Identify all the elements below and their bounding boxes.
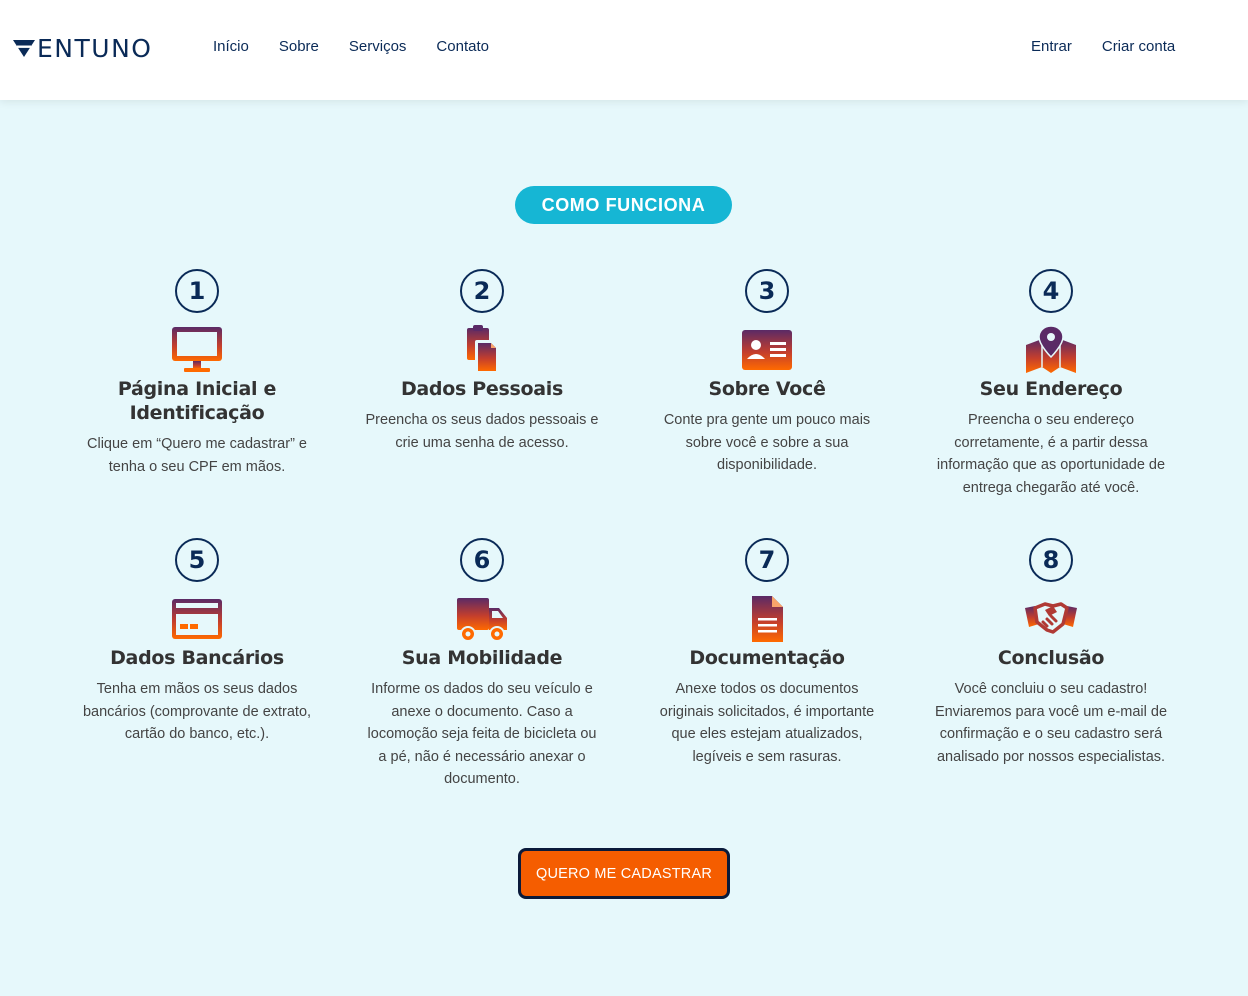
nav-link-servicos[interactable]: Serviços	[349, 38, 407, 55]
step-title: Dados Bancários	[110, 647, 284, 669]
step-4: 4 Seu Endereço Preencha o seu endereço c…	[931, 269, 1171, 499]
nav-link-contato[interactable]: Contato	[436, 38, 489, 55]
step-text: Você concluiu o seu cadastro! Enviaremos…	[934, 681, 1168, 765]
logo-v-icon	[13, 40, 35, 57]
step-3: 3 Sobre Você Conte pra gente um pouco ma…	[647, 269, 887, 477]
credit-card-icon	[172, 599, 222, 639]
monitor-icon	[172, 327, 222, 372]
brand-logo[interactable]: ENTUNO	[13, 33, 152, 63]
nav-link-inicio[interactable]: Início	[213, 38, 249, 55]
step-text: Preencha o seu endereço corretamente, é …	[936, 412, 1166, 496]
step-title: Sobre Você	[708, 378, 826, 400]
handshake-icon	[1025, 602, 1077, 634]
step-1: 1 Página Inicial e Identificação Clique …	[77, 269, 317, 478]
section-badge: COMO FUNCIONA	[515, 186, 732, 224]
step-number: 7	[745, 538, 789, 582]
step-number: 1	[175, 269, 219, 313]
step-number: 5	[175, 538, 219, 582]
step-title: Página Inicial e Identificação	[117, 378, 277, 424]
step-text: Preencha os seus dados pessoais e crie u…	[365, 412, 599, 451]
step-5: 5 Dados Bancários Tenha em mãos os seus …	[77, 538, 317, 746]
step-text: Conte pra gente um pouco mais sobre você…	[663, 412, 871, 473]
step-2: 2 Dados Pessoais Preencha os seus dados …	[362, 269, 602, 454]
step-text: Tenha em mãos os seus dados bancários (c…	[82, 681, 312, 742]
nav-link-sobre[interactable]: Sobre	[279, 38, 319, 55]
site-header: ENTUNO Início Sobre Serviços Contato Ent…	[0, 0, 1248, 100]
signup-link[interactable]: Criar conta	[1102, 38, 1175, 55]
step-7: 7 Documentação Anexe todos os documentos…	[647, 538, 887, 768]
brand-name: ENTUNO	[37, 33, 153, 63]
truck-icon	[457, 598, 507, 642]
step-6: 6 Sua Mobilidade Informe os dados do seu…	[362, 538, 602, 791]
step-8: 8 Conclusão Você concluiu o seu cadastro…	[931, 538, 1171, 768]
signup-cta-button[interactable]: QUERO ME CADASTRAR	[518, 848, 730, 899]
main-nav: Início Sobre Serviços Contato	[213, 38, 489, 55]
step-number: 3	[745, 269, 789, 313]
documents-icon	[467, 325, 497, 372]
step-title: Seu Endereço	[979, 378, 1123, 400]
step-number: 6	[460, 538, 504, 582]
step-text: Clique em “Quero me cadastrar” e tenha o…	[87, 436, 307, 475]
step-text: Anexe todos os documentos originais soli…	[659, 681, 875, 765]
step-number: 8	[1029, 538, 1073, 582]
step-title: Conclusão	[997, 647, 1105, 669]
step-title: Sua Mobilidade	[401, 647, 563, 669]
step-number: 2	[460, 269, 504, 313]
document-icon	[752, 596, 783, 642]
step-number: 4	[1029, 269, 1073, 313]
id-card-icon	[742, 330, 792, 370]
login-link[interactable]: Entrar	[1031, 38, 1072, 55]
step-title: Documentação	[689, 647, 845, 669]
step-title: Dados Pessoais	[400, 378, 564, 400]
step-text: Informe os dados do seu veículo e anexe …	[367, 681, 597, 787]
map-pin-icon	[1026, 325, 1076, 373]
auth-links: Entrar Criar conta	[1031, 38, 1175, 55]
